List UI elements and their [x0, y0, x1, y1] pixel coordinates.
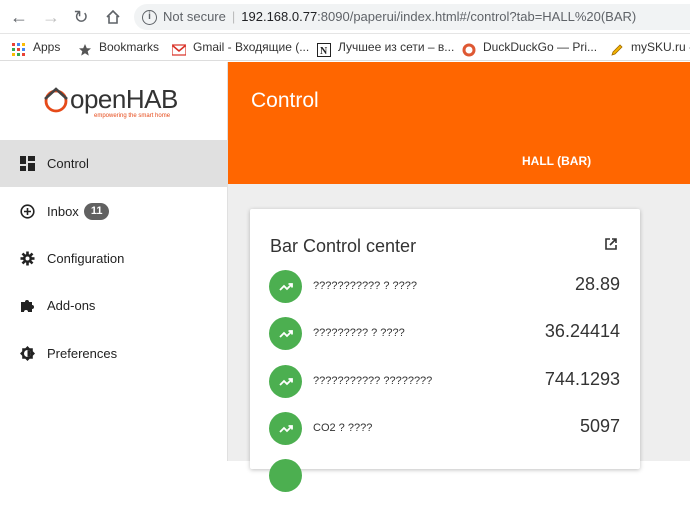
sidebar-item-configuration[interactable]: Configuration [0, 235, 227, 282]
item-value: 28.89 [574, 274, 620, 294]
back-arrow-icon[interactable]: ← [8, 6, 30, 28]
tab-hall-bar[interactable]: HALL (BAR) [522, 154, 591, 168]
item-row[interactable]: CO2 ? ???? 5097 [250, 412, 640, 459]
sidebar-item-label: Configuration [47, 251, 125, 266]
card-title: Bar Control center [270, 236, 417, 256]
sidebar-item-preferences[interactable]: Preferences [0, 330, 227, 377]
item-label: ????????? ? ???? [313, 327, 405, 339]
sidebar-item-label: Add-ons [47, 298, 96, 313]
item-row[interactable]: ??????????? ? ???? 28.89 [250, 270, 640, 317]
openhab-house-icon [44, 87, 68, 113]
app-header: Control HALL (BAR) [228, 62, 690, 184]
bookmark-label: Лучшее из сети – в... [338, 40, 455, 54]
dashboard-icon [20, 156, 35, 171]
main-content: Bar Control center ??????????? ? ???? 28… [228, 184, 690, 492]
url-host: 192.168.0.77 [241, 9, 318, 24]
bookmark-apps[interactable]: Apps [12, 34, 61, 60]
svg-text:N: N [320, 46, 328, 57]
apps-grid-icon [12, 40, 26, 56]
bookmark-label: Gmail - Входящие (... [193, 40, 310, 54]
item-value: 744.1293 [544, 369, 620, 389]
sidebar-item-label: Inbox [47, 204, 79, 219]
bookmark-gmail[interactable]: Gmail - Входящие (... [171, 34, 310, 60]
openhab-logo[interactable]: openHAB empowering the smart home [42, 84, 192, 120]
bookmark-mysku[interactable]: mySKU.ru - [610, 34, 690, 60]
trending-up-icon [269, 365, 302, 398]
logo-text: openHAB [70, 84, 178, 114]
home-icon[interactable] [102, 6, 124, 28]
brightness-icon [20, 346, 35, 361]
sidebar-item-control[interactable]: Control [0, 140, 227, 187]
trending-up-icon [269, 459, 302, 492]
open-in-new-icon[interactable] [604, 237, 618, 251]
sidebar-item-label: Preferences [47, 346, 118, 361]
puzzle-icon [21, 300, 34, 312]
bookmark-label: Bookmarks [99, 40, 160, 54]
bookmark-label: DuckDuckGo — Pri... [483, 40, 598, 54]
sidebar-item-label: Control [47, 156, 89, 171]
forward-arrow-icon[interactable]: → [40, 6, 62, 28]
trending-up-icon [269, 412, 302, 445]
browser-toolbar: ← → ↻ i Not secure | 192.168.0.77:8090/pape… [0, 0, 690, 34]
bookmark-bookmarks[interactable]: Bookmarks [78, 34, 160, 60]
add-circle-icon [20, 204, 35, 219]
star-icon [78, 40, 92, 56]
reload-icon[interactable]: ↻ [70, 6, 92, 28]
page-title: Control [251, 89, 319, 112]
sidebar-item-inbox[interactable]: Inbox 11 [0, 188, 227, 235]
duckduckgo-icon [462, 40, 476, 57]
pencil-icon [610, 40, 624, 56]
item-label: ??????????? ???????? [313, 375, 433, 387]
sidebar-item-addons[interactable]: Add-ons [0, 282, 227, 329]
inbox-count-badge: 11 [83, 203, 110, 221]
bookmark-label: mySKU.ru - [631, 40, 690, 54]
item-row[interactable]: ??????????? ???????? 744.1293 [250, 365, 640, 412]
trending-up-icon [269, 317, 302, 350]
logo-tagline: empowering the smart home [94, 113, 171, 119]
item-label: CO2 ? ???? [313, 422, 373, 434]
sidebar: openHAB empowering the smart home Contro… [0, 62, 228, 461]
security-label: Not secure [163, 9, 226, 24]
gear-icon [20, 251, 35, 266]
bookmark-notion[interactable]: N Лучшее из сети – в... [317, 34, 455, 60]
control-card: Bar Control center ??????????? ? ???? 28… [250, 209, 640, 492]
item-row[interactable]: ????????? ? ???? 36.24414 [250, 317, 640, 364]
trending-up-icon [269, 270, 302, 303]
gmail-icon [171, 40, 187, 56]
item-value: 36.24414 [544, 321, 620, 341]
url-path: :8090/paperui/index.html#/control?tab=HA… [317, 9, 637, 24]
item-label: ??????????? ? ???? [313, 280, 417, 292]
item-row[interactable] [250, 459, 640, 506]
notion-icon: N [317, 40, 331, 57]
bookmarks-bar: Apps Bookmarks Gmail - Входящие (... N Л… [0, 34, 690, 61]
address-bar[interactable]: i Not secure | 192.168.0.77:8090/paperui/in… [134, 4, 690, 30]
bookmark-label: Apps [33, 40, 61, 54]
item-value: 5097 [579, 416, 620, 436]
bookmark-duckduckgo[interactable]: DuckDuckGo — Pri... [462, 34, 598, 60]
info-icon[interactable]: i [142, 10, 157, 26]
